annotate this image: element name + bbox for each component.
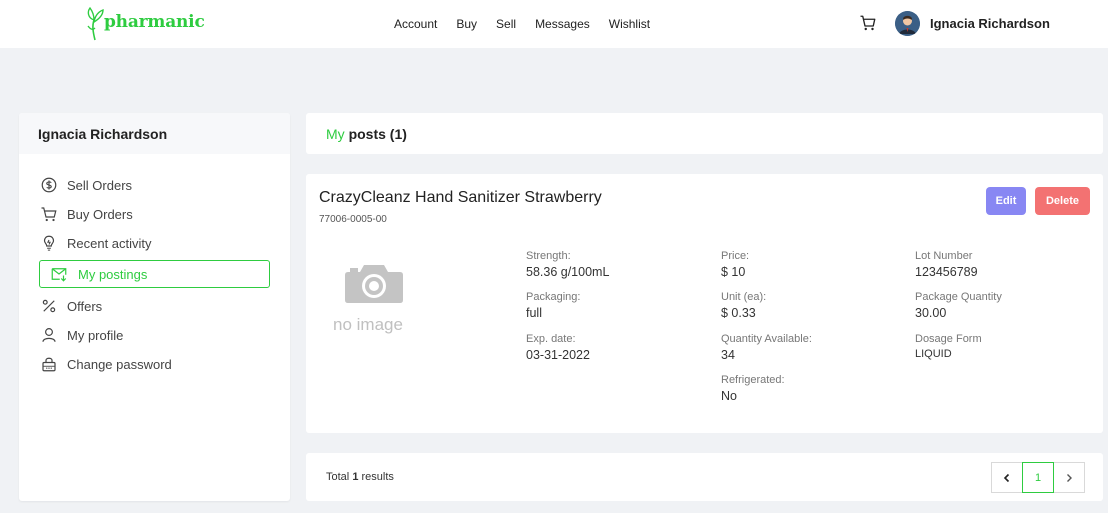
- sidebar-item-my-profile[interactable]: My profile: [38, 321, 272, 350]
- field-value: No: [721, 389, 737, 403]
- total-suffix: results: [361, 471, 394, 483]
- sidebar-item-recent-activity[interactable]: Recent activity: [38, 229, 272, 258]
- field-value: $ 10: [721, 265, 746, 279]
- field-label: Price:: [721, 250, 750, 262]
- field-lot-number: Lot Number 123456789: [915, 250, 978, 279]
- logo-text: pharmanic: [104, 12, 205, 32]
- lock-icon: [42, 357, 56, 372]
- page-title-text: posts (1): [348, 126, 407, 142]
- sidebar-menu: Sell Orders Buy Orders Recent activity M…: [38, 171, 272, 379]
- dollar-circle-icon: [41, 177, 57, 193]
- nav-buy[interactable]: Buy: [456, 17, 477, 31]
- field-value: 03-31-2022: [526, 348, 590, 362]
- field-value: full: [526, 306, 542, 320]
- field-label: Exp. date:: [526, 333, 576, 345]
- percent-icon: [42, 299, 56, 313]
- nav-account[interactable]: Account: [394, 17, 437, 31]
- sidebar-item-my-postings[interactable]: My postings: [39, 260, 270, 288]
- header-user-name[interactable]: Ignacia Richardson: [930, 16, 1050, 31]
- sidebar-item-label: Sell Orders: [67, 178, 133, 193]
- user-icon: [42, 328, 56, 342]
- field-value: 58.36 g/100mL: [526, 265, 610, 279]
- field-packaging: Packaging: full: [526, 291, 580, 320]
- field-value: 30.00: [915, 306, 947, 320]
- sidebar-item-label: Change password: [67, 357, 172, 372]
- sidebar-item-label: Buy Orders: [67, 207, 133, 222]
- next-page-button[interactable]: [1053, 462, 1085, 493]
- logo[interactable]: pharmanic: [84, 6, 205, 42]
- main-nav: Account Buy Sell Messages Wishlist: [394, 17, 669, 31]
- field-label: Quantity Available:: [721, 333, 812, 345]
- field-label: Lot Number: [915, 250, 973, 262]
- no-image-text: no image: [333, 315, 403, 334]
- cart-icon: [41, 207, 57, 222]
- field-unit-price: Unit (ea): $ 0.33: [721, 291, 766, 320]
- prev-page-button[interactable]: [991, 462, 1023, 493]
- field-label: Packaging:: [526, 291, 581, 303]
- cart-icon[interactable]: [859, 14, 877, 32]
- sidebar-item-label: Recent activity: [67, 236, 152, 251]
- user-avatar-icon: [895, 11, 920, 36]
- leaf-logo-icon: [87, 6, 104, 41]
- page-title: My posts (1): [306, 113, 1103, 154]
- nav-sell[interactable]: Sell: [496, 17, 516, 31]
- no-image-placeholder: no image: [333, 262, 415, 337]
- total-prefix: Total: [326, 471, 350, 483]
- top-header: pharmanic Account Buy Sell Messages Wish…: [0, 0, 1108, 48]
- sidebar-item-offers[interactable]: Offers: [38, 292, 272, 321]
- edit-button[interactable]: Edit: [986, 187, 1026, 215]
- sidebar: Ignacia Richardson Sell Orders Buy Order…: [19, 113, 290, 501]
- field-value: 34: [721, 348, 735, 362]
- sidebar-item-sell-orders[interactable]: Sell Orders: [38, 171, 272, 200]
- total-results: Total 1 results: [326, 471, 394, 483]
- nav-wishlist[interactable]: Wishlist: [609, 17, 650, 31]
- sidebar-title: Ignacia Richardson: [19, 113, 290, 154]
- sidebar-item-change-password[interactable]: Change password: [38, 350, 272, 379]
- field-value: LIQUID: [915, 348, 952, 360]
- sidebar-item-label: Offers: [67, 299, 103, 314]
- field-label: Strength:: [526, 250, 571, 262]
- field-dosage-form: Dosage Form LIQUID: [915, 333, 982, 360]
- product-title[interactable]: CrazyCleanz Hand Sanitizer Strawberry: [319, 189, 602, 207]
- mail-icon: [51, 268, 67, 282]
- page-title-prefix: My: [326, 126, 345, 142]
- results-footer: Total 1 results 1: [306, 453, 1103, 501]
- delete-button[interactable]: Delete: [1035, 187, 1090, 215]
- field-label: Dosage Form: [915, 333, 982, 345]
- field-value: 123456789: [915, 265, 978, 279]
- field-refrigerated: Refrigerated: No: [721, 374, 785, 403]
- pagination: 1: [991, 462, 1085, 493]
- field-label: Unit (ea):: [721, 291, 767, 303]
- product-code: 77006-0005-00: [319, 214, 387, 225]
- sidebar-item-label: My postings: [78, 266, 148, 282]
- camera-icon: [345, 265, 403, 303]
- sidebar-item-buy-orders[interactable]: Buy Orders: [38, 200, 272, 229]
- page-button-current[interactable]: 1: [1022, 462, 1054, 493]
- avatar[interactable]: [895, 11, 920, 36]
- total-count: 1: [352, 471, 359, 483]
- chevron-right-icon: [1067, 473, 1072, 482]
- sidebar-item-label: My profile: [67, 328, 124, 343]
- field-strength: Strength: 58.36 g/100mL: [526, 250, 609, 279]
- chevron-left-icon: [1003, 473, 1010, 482]
- nav-messages[interactable]: Messages: [535, 17, 590, 31]
- field-price: Price: $ 10: [721, 250, 749, 279]
- field-label: Refrigerated:: [721, 374, 785, 386]
- field-exp-date: Exp. date: 03-31-2022: [526, 333, 590, 362]
- field-package-quantity: Package Quantity 30.00: [915, 291, 1002, 320]
- post-card: CrazyCleanz Hand Sanitizer Strawberry 77…: [306, 174, 1103, 433]
- field-label: Package Quantity: [915, 291, 1002, 303]
- bulb-icon: [43, 235, 55, 251]
- field-quantity-available: Quantity Available: 34: [721, 333, 812, 362]
- field-value: $ 0.33: [721, 306, 756, 320]
